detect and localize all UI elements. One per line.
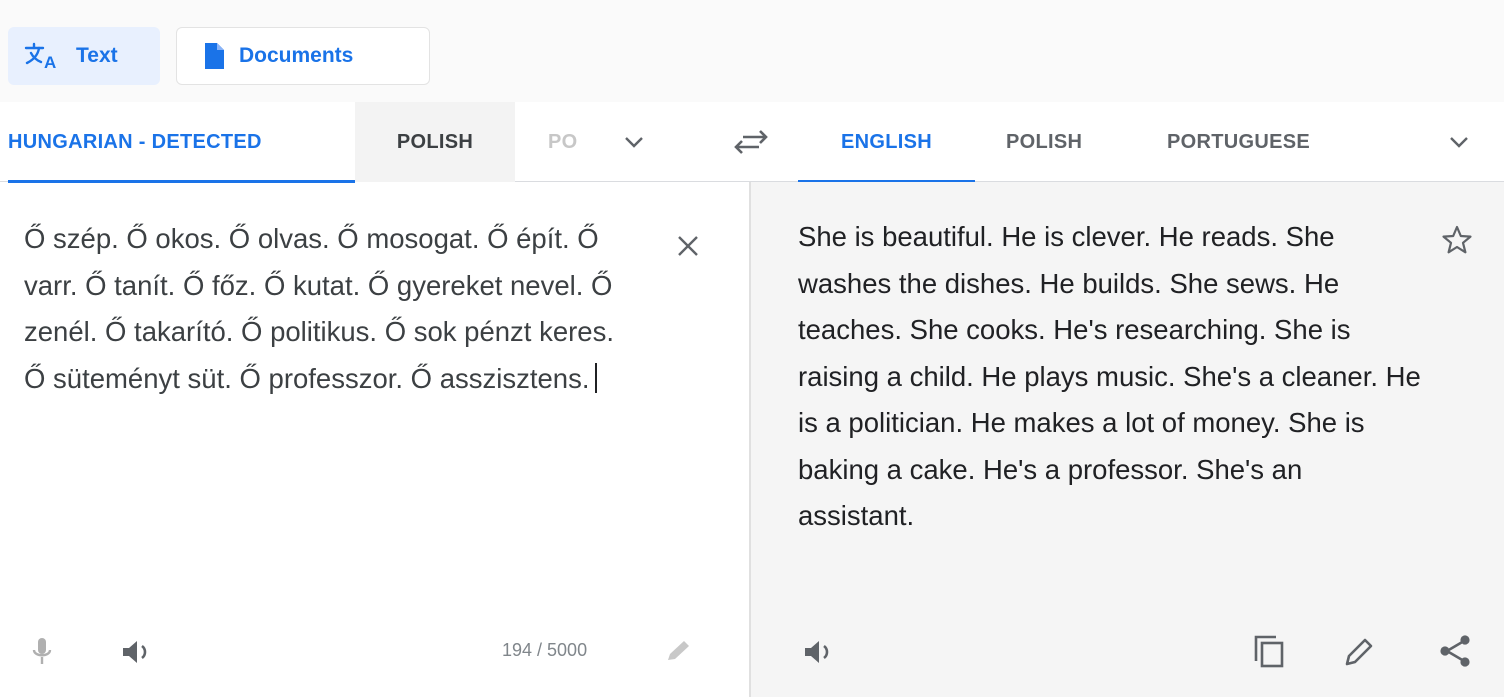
clear-source-close-icon[interactable]: [670, 228, 706, 264]
text-cursor: [595, 362, 598, 393]
tab-source-truncated[interactable]: PO: [548, 102, 578, 182]
translation-output: She is beautiful. He is clever. He reads…: [798, 221, 1421, 531]
pane-divider: [749, 182, 751, 697]
share-icon[interactable]: [1433, 631, 1477, 671]
source-text-content: Ő szép. Ő okos. Ő olvas. Ő mosogat. Ő ép…: [24, 223, 614, 394]
tab-hungarian-detected[interactable]: HUNGARIAN - DETECTED: [8, 102, 355, 183]
star-icon[interactable]: [1436, 220, 1478, 260]
source-text-input[interactable]: Ő szép. Ő okos. Ő olvas. Ő mosogat. Ő ép…: [24, 216, 624, 402]
documents-mode-label: Documents: [239, 44, 354, 67]
character-count: 194 / 5000: [502, 640, 588, 660]
tab-target-portuguese-label: PORTUGUESE: [1167, 130, 1311, 153]
tab-source-polish-label: POLISH: [396, 130, 474, 153]
swap-icon[interactable]: [729, 126, 773, 158]
language-bar: HUNGARIAN - DETECTED POLISH PO ENGLISH P…: [0, 102, 1504, 183]
target-language-chevron-down-icon[interactable]: [1444, 130, 1474, 154]
tab-target-polish-label: POLISH: [1006, 130, 1083, 153]
tab-source-polish[interactable]: POLISH: [355, 102, 515, 182]
tab-hungarian-detected-label: HUNGARIAN - DETECTED: [8, 130, 262, 153]
edit-pencil-icon[interactable]: [1338, 632, 1380, 672]
microphone-icon[interactable]: [26, 633, 58, 671]
svg-text:A: A: [44, 53, 56, 71]
copy-icon[interactable]: [1248, 630, 1290, 672]
document-icon: [205, 43, 224, 69]
mode-bar: A Text Documents: [0, 0, 1504, 102]
text-mode-label: Text: [76, 44, 118, 67]
tab-target-polish[interactable]: POLISH: [1006, 102, 1082, 182]
documents-mode-button[interactable]: Documents: [176, 27, 430, 85]
tab-source-truncated-label: PO: [548, 130, 578, 153]
tab-target-portuguese[interactable]: PORTUGUESE: [1167, 102, 1310, 182]
target-speaker-icon[interactable]: [800, 635, 840, 669]
source-language-chevron-down-icon[interactable]: [619, 130, 649, 154]
translate-icon: A: [24, 42, 56, 71]
tab-english[interactable]: ENGLISH: [798, 102, 975, 183]
source-speaker-icon[interactable]: [118, 635, 158, 669]
handwriting-pencil-icon[interactable]: [662, 636, 696, 666]
tab-english-label: ENGLISH: [841, 130, 932, 153]
text-mode-button[interactable]: A Text: [8, 27, 160, 85]
